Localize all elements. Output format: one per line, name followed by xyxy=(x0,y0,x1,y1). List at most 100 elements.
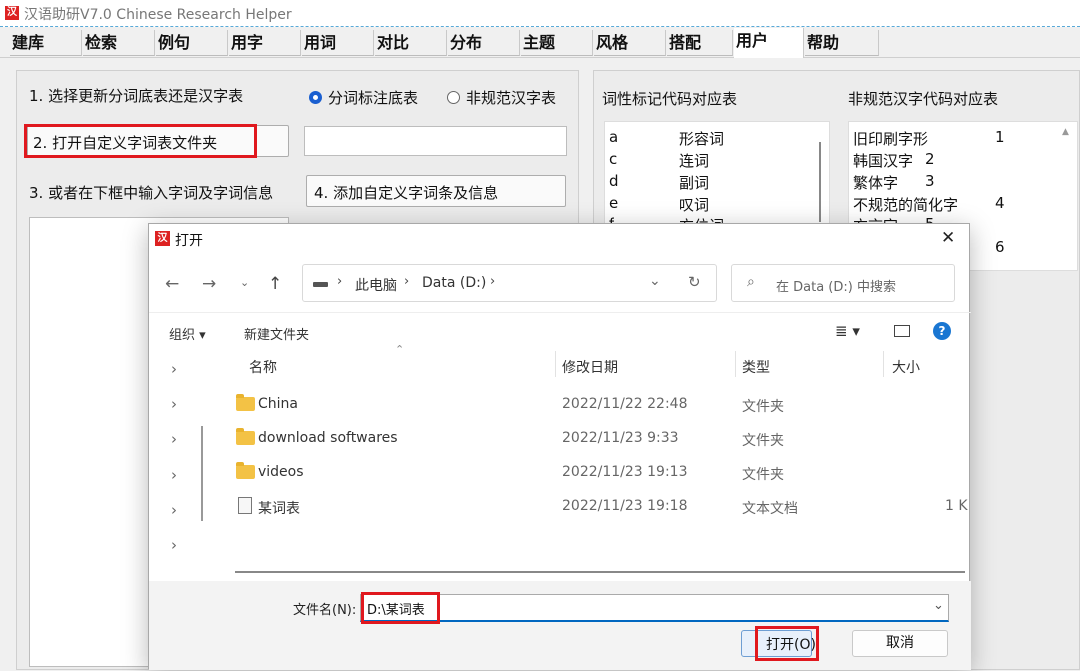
preview-pane-icon[interactable] xyxy=(894,325,910,337)
nonstd-name: 繁体字 xyxy=(853,174,899,192)
search-box[interactable]: ⌕ 在 Data (D:) 中搜索 xyxy=(731,264,955,302)
step4-label: 4. 添加自定义字词条及信息 xyxy=(314,184,499,202)
column-separator xyxy=(735,351,736,377)
nav-pane: › › › › › › xyxy=(149,351,215,581)
scroll-up-arrow-icon[interactable]: ▲ xyxy=(1062,127,1069,137)
step3-label: 3. 或者在下框中输入字词及字词信息 xyxy=(29,184,274,202)
nonstd-code: 3 xyxy=(925,172,935,190)
nonstd-code: 1 xyxy=(995,128,1005,146)
column-name[interactable]: 名称 xyxy=(249,357,277,377)
folder-path-field[interactable] xyxy=(304,126,567,156)
open-file-dialog: 汉 打开 ✕ ← → ⌄ ↑ › 此电脑 › Data (D:) › ⌄ ↻ ⌕… xyxy=(148,223,971,670)
filename-value: D:\某词表 xyxy=(367,603,425,618)
file-size: 1 K xyxy=(945,498,968,514)
nonstd-name: 不规范的简化字 xyxy=(853,196,959,214)
refresh-icon[interactable]: ↻ xyxy=(688,273,701,291)
folder-icon xyxy=(236,394,255,411)
column-size[interactable]: 大小 xyxy=(892,357,920,377)
menu-item-zhuti[interactable]: 主题 xyxy=(521,30,593,56)
app-icon: 汉 xyxy=(5,6,19,20)
help-icon[interactable]: ? xyxy=(933,322,951,340)
divider xyxy=(149,312,971,313)
pos-table-title: 词性标记代码对应表 xyxy=(602,90,738,108)
cancel-button[interactable]: 取消 xyxy=(852,630,948,657)
file-row-wordlist[interactable]: 某词表 2022/11/23 19:18 文本文档 1 K xyxy=(215,491,971,525)
address-dropdown-icon[interactable]: ⌄ xyxy=(649,273,661,289)
address-bar[interactable]: › 此电脑 › Data (D:) › ⌄ ↻ xyxy=(302,264,717,302)
menu-item-dapei[interactable]: 搭配 xyxy=(667,30,733,56)
app-title: 汉语助研V7.0 Chinese Research Helper xyxy=(24,7,292,23)
dialog-footer: 文件名(N): ⌄ D:\某词表 打开(O) 取消 xyxy=(149,581,971,670)
menu-item-duibi[interactable]: 对比 xyxy=(375,30,447,56)
search-placeholder: 在 Data (D:) 中搜索 xyxy=(776,280,896,295)
title-bar: 汉 汉语助研V7.0 Chinese Research Helper xyxy=(0,0,1080,27)
file-date: 2022/11/23 9:33 xyxy=(562,430,679,446)
menu-item-yonghu[interactable]: 用户 xyxy=(734,28,804,58)
pos-scrollbar[interactable] xyxy=(819,142,821,222)
nonstd-name: 韩国汉字 xyxy=(853,152,914,170)
pos-table: a 形容词 c 连词 d 副词 e 叹词 f 方位词 xyxy=(604,121,830,231)
menu-item-yongzi[interactable]: 用字 xyxy=(229,30,301,56)
pos-code: e xyxy=(609,194,619,212)
menu-item-liju[interactable]: 例句 xyxy=(156,30,228,56)
file-type: 文本文档 xyxy=(742,501,798,517)
menu-bar: 建库 检索 例句 用字 用词 对比 分布 主题 风格 搭配 用户 帮助 xyxy=(0,27,1080,58)
nonstd-code: 2 xyxy=(925,150,935,168)
pos-name: 连词 xyxy=(679,152,710,170)
drive-icon xyxy=(313,282,328,287)
filename-input[interactable]: ⌄ xyxy=(360,594,949,622)
close-icon[interactable]: ✕ xyxy=(941,228,955,248)
expand-chevron-icon[interactable]: › xyxy=(171,466,177,484)
pos-code: c xyxy=(609,150,618,168)
radio-feiguifan-label[interactable]: 非规范汉字表 xyxy=(466,87,556,108)
column-type[interactable]: 类型 xyxy=(742,357,770,377)
chevron-down-icon[interactable]: ⌄ xyxy=(240,276,249,289)
up-arrow-icon[interactable]: ↑ xyxy=(268,274,282,294)
file-name: download softwares xyxy=(258,430,398,446)
nonstd-table-title: 非规范汉字代码对应表 xyxy=(848,90,999,108)
menu-item-yongci[interactable]: 用词 xyxy=(302,30,374,56)
expand-chevron-icon[interactable]: › xyxy=(171,536,177,554)
forward-arrow-icon[interactable]: → xyxy=(202,274,216,294)
step2-label: 2. 打开自定义字词表文件夹 xyxy=(33,134,218,152)
breadcrumb-this-pc[interactable]: 此电脑 xyxy=(355,275,397,295)
menu-item-fenbu[interactable]: 分布 xyxy=(448,30,520,56)
filename-dropdown-icon[interactable]: ⌄ xyxy=(933,598,944,613)
organize-menu[interactable]: 组织 ▾ xyxy=(169,324,206,343)
pos-name: 副词 xyxy=(679,174,710,192)
pos-code: a xyxy=(609,128,619,146)
menu-item-fengge[interactable]: 风格 xyxy=(594,30,666,56)
view-menu-icon[interactable]: ≣ ▾ xyxy=(835,322,860,340)
expand-chevron-icon[interactable]: › xyxy=(171,501,177,519)
menu-item-jianku[interactable]: 建库 xyxy=(10,30,82,56)
search-icon: ⌕ xyxy=(747,274,755,290)
filename-label: 文件名(N): xyxy=(293,603,357,618)
file-row-videos[interactable]: videos 2022/11/23 19:13 文件夹 xyxy=(215,457,971,491)
nonstd-code: 4 xyxy=(995,194,1005,212)
menu-item-bangzhu[interactable]: 帮助 xyxy=(805,30,879,56)
open-button-label: 打开(O) xyxy=(766,637,816,653)
breadcrumb-data-d[interactable]: Data (D:) xyxy=(422,275,486,291)
radio-feiguifan[interactable] xyxy=(447,91,460,104)
radio-fenci-label[interactable]: 分词标注底表 xyxy=(328,87,418,108)
nonstd-name: 旧印刷字形 xyxy=(853,130,929,148)
file-list: ⌃ 名称 修改日期 类型 大小 China 2022/11/22 22:48 文… xyxy=(215,343,971,581)
radio-fenci[interactable] xyxy=(309,91,322,104)
file-row-china[interactable]: China 2022/11/22 22:48 文件夹 xyxy=(215,389,971,423)
new-folder-button[interactable]: 新建文件夹 xyxy=(244,324,309,343)
expand-chevron-icon[interactable]: › xyxy=(171,395,177,413)
dialog-title: 打开 xyxy=(175,233,203,249)
file-row-download[interactable]: download softwares 2022/11/23 9:33 文件夹 xyxy=(215,423,971,457)
back-arrow-icon[interactable]: ← xyxy=(165,274,179,294)
column-separator xyxy=(883,351,884,377)
nav-scrollbar[interactable] xyxy=(201,426,203,521)
menu-item-jiansuo[interactable]: 检索 xyxy=(83,30,155,56)
column-date[interactable]: 修改日期 xyxy=(562,357,618,377)
breadcrumb-sep-icon: › xyxy=(404,274,410,289)
horizontal-scrollbar[interactable] xyxy=(235,571,965,573)
folder-icon xyxy=(236,428,255,445)
dialog-app-icon: 汉 xyxy=(155,231,170,246)
expand-chevron-icon[interactable]: › xyxy=(171,360,177,378)
expand-chevron-icon[interactable]: › xyxy=(171,430,177,448)
file-name: videos xyxy=(258,464,304,480)
